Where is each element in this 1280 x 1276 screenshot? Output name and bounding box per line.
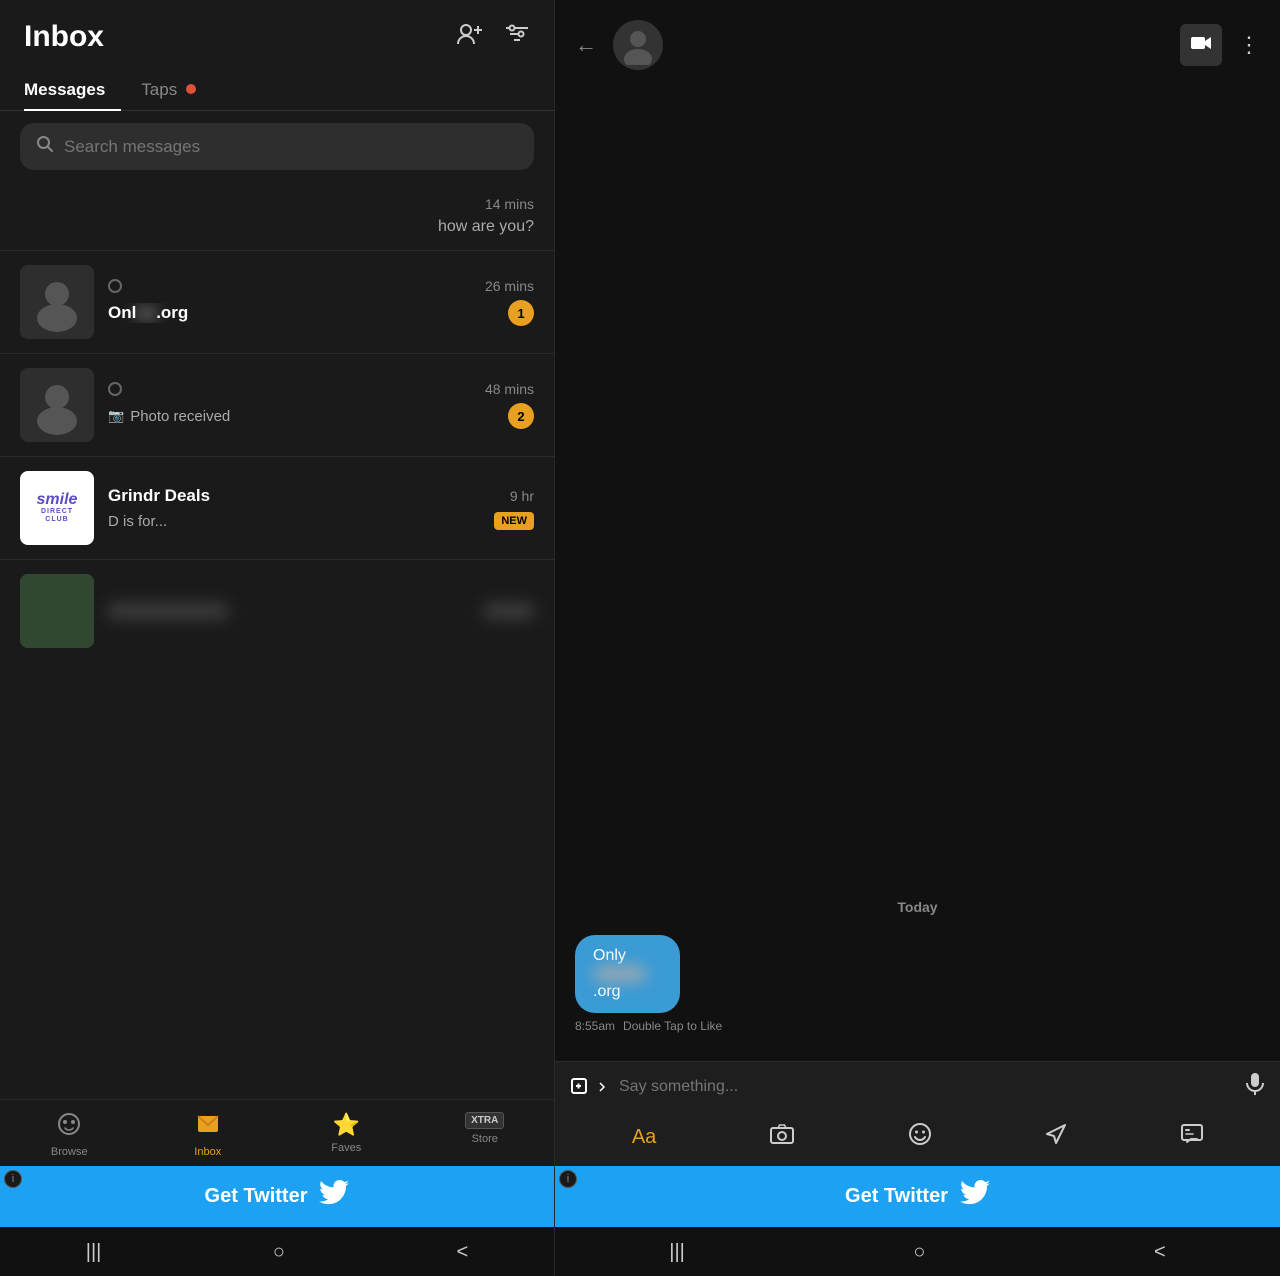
grindr-deals-item[interactable]: smile DIRECTCLUB Grindr Deals 9 hr D is … (0, 457, 554, 560)
search-container (0, 111, 554, 182)
message-item-2[interactable]: 48 mins 📷 Photo received 2 (0, 354, 554, 457)
twitter-bird-right (960, 1180, 990, 1213)
twitter-ad-text-right: Get Twitter (845, 1185, 948, 1208)
message-content-1: 26 mins Onlns.org 1 (108, 278, 534, 326)
more-options-button[interactable]: ⋮ (1238, 32, 1260, 58)
left-panel: Inbox (0, 0, 555, 1276)
chat-bubble-time: 8:55am Double Tap to Like (575, 1019, 725, 1033)
message-content-2: 48 mins 📷 Photo received 2 (108, 381, 534, 429)
grindr-deals-time: 9 hr (510, 488, 534, 504)
taps-badge (186, 84, 196, 94)
nav-browse[interactable]: Browse (0, 1108, 139, 1162)
right-panel: ← ⋮ Today Only.org (555, 0, 1280, 1276)
chat-bubble-row: Only.org 8:55am Double Tap to Like (575, 935, 1260, 1033)
avatar-2 (20, 368, 94, 442)
partial-preview: how are you? (438, 218, 534, 236)
partial-time: 14 mins (485, 196, 534, 212)
quote-button[interactable] (1181, 1124, 1203, 1150)
unread-indicator-1 (108, 279, 122, 293)
nav-faves[interactable]: ⭐ Faves (277, 1108, 416, 1162)
back-button[interactable]: ← (575, 32, 597, 58)
message-item-1[interactable]: 26 mins Onlns.org 1 (0, 251, 554, 354)
avatar-1 (20, 265, 94, 339)
send-location-button[interactable] (1045, 1123, 1067, 1151)
chat-input[interactable] (619, 1078, 1234, 1096)
last-message-content (108, 604, 534, 618)
android-menu-left[interactable]: ||| (86, 1241, 102, 1264)
xtra-badge: XTRA (465, 1112, 504, 1129)
unread-badge-2: 2 (508, 403, 534, 429)
search-input[interactable] (64, 137, 518, 157)
inbox-icon (196, 1112, 220, 1142)
chat-avatar (613, 20, 663, 70)
twitter-ad-right-wrapper: i Get Twitter (555, 1166, 1280, 1227)
message-preview-2: 📷 Photo received (108, 408, 230, 425)
message-time-1: 26 mins (485, 278, 534, 294)
add-media-button[interactable] (571, 1076, 607, 1098)
search-icon (36, 135, 54, 158)
tab-messages[interactable]: Messages (24, 70, 121, 110)
twitter-ad-right[interactable]: Get Twitter (555, 1166, 1280, 1227)
browse-icon (57, 1112, 81, 1142)
unread-indicator-2 (108, 382, 122, 396)
android-nav-right: ||| ○ < (555, 1227, 1280, 1276)
info-icon-left[interactable]: i (4, 1170, 22, 1188)
search-box[interactable] (20, 123, 534, 170)
bottom-nav: Browse Inbox ⭐ Faves XTRA Store (0, 1099, 554, 1166)
twitter-ad-text-left: Get Twitter (205, 1185, 308, 1208)
mic-button[interactable] (1246, 1072, 1264, 1102)
grindr-deals-preview: D is for... (108, 513, 167, 530)
chat-header: ← ⋮ (555, 0, 1280, 86)
partial-message-item[interactable]: 14 mins how are you? (0, 182, 554, 251)
unread-badge-1: 1 (508, 300, 534, 326)
twitter-bird-left (319, 1180, 349, 1213)
new-badge: NEW (494, 512, 534, 530)
android-nav-left: ||| ○ < (0, 1227, 554, 1276)
inbox-label: Inbox (194, 1146, 221, 1158)
message-time-2: 48 mins (485, 381, 534, 397)
smile-logo: smile DIRECTCLUB (20, 471, 94, 545)
date-divider: Today (575, 899, 1260, 915)
twitter-ad-left-wrapper: i Get Twitter (0, 1166, 554, 1227)
tabs-row: Messages Taps (0, 70, 554, 111)
grindr-deals-name: Grindr Deals (108, 486, 210, 506)
header-icons (456, 22, 530, 52)
android-home-right[interactable]: ○ (913, 1241, 925, 1264)
faves-icon: ⭐ (333, 1112, 360, 1138)
store-label: Store (472, 1133, 498, 1145)
android-menu-right[interactable]: ||| (669, 1241, 685, 1264)
text-format-button[interactable]: Aa (632, 1126, 656, 1149)
info-icon-right[interactable]: i (559, 1170, 577, 1188)
emoji-button[interactable] (908, 1122, 932, 1152)
nav-store[interactable]: XTRA Store (416, 1108, 555, 1162)
tab-taps[interactable]: Taps (141, 70, 212, 110)
camera-button[interactable] (770, 1124, 794, 1150)
twitter-ad-left[interactable]: Get Twitter (0, 1166, 554, 1227)
android-back-right[interactable]: < (1154, 1241, 1166, 1264)
inbox-title: Inbox (24, 20, 104, 54)
android-home-left[interactable]: ○ (273, 1241, 285, 1264)
chat-bubble: Only.org (575, 935, 680, 1013)
video-call-button[interactable] (1180, 24, 1222, 66)
android-back-left[interactable]: < (457, 1241, 469, 1264)
partial-last-item[interactable] (0, 560, 554, 662)
grindr-deals-content: Grindr Deals 9 hr D is for... NEW (108, 486, 534, 530)
add-people-icon[interactable] (456, 22, 484, 52)
messages-list: 14 mins how are you? 26 mins (0, 182, 554, 1099)
chat-messages: Today Only.org 8:55am Double Tap to Like (555, 86, 1280, 1061)
chat-input-row (555, 1061, 1280, 1112)
browse-label: Browse (51, 1146, 88, 1158)
message-name-1: Onlns.org (108, 303, 188, 323)
inbox-header: Inbox (0, 0, 554, 70)
filter-icon[interactable] (504, 22, 530, 52)
avatar-last (20, 574, 94, 648)
chat-toolbar: Aa (555, 1112, 1280, 1166)
nav-inbox[interactable]: Inbox (139, 1108, 278, 1162)
faves-label: Faves (331, 1142, 361, 1154)
